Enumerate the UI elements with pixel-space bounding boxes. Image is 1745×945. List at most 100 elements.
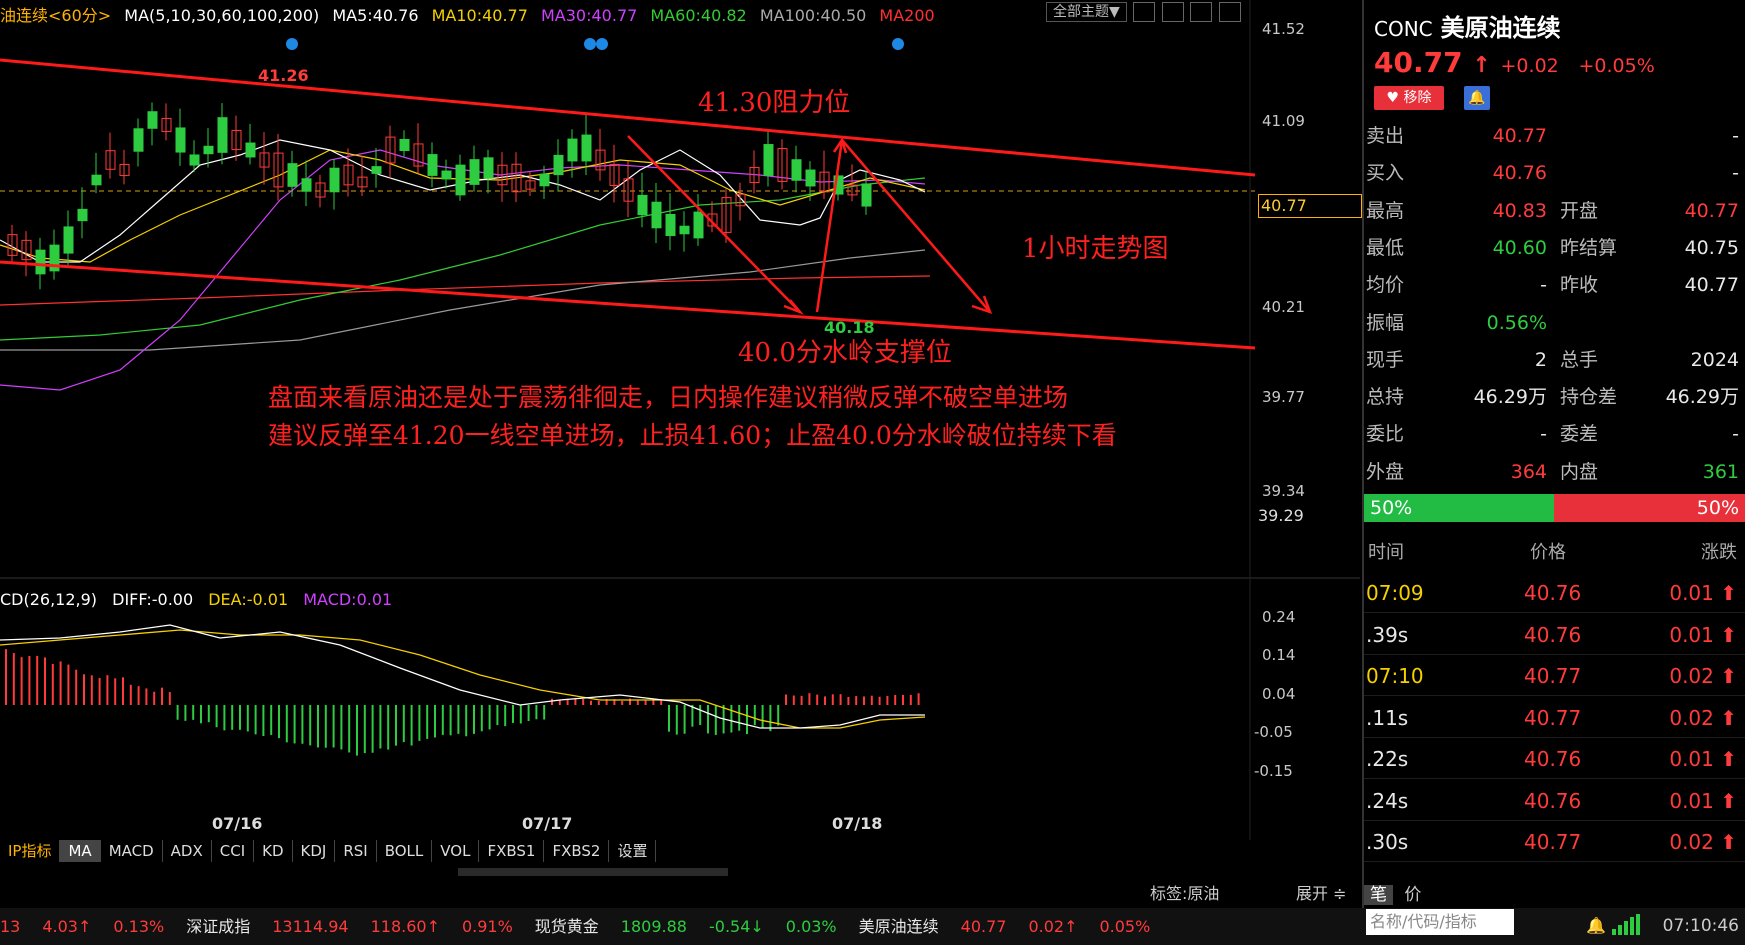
tab-rsi[interactable]: RSI xyxy=(335,840,377,862)
search-input[interactable]: 名称/代码/指标 xyxy=(1366,909,1514,935)
tab-cci[interactable]: CCI xyxy=(212,840,255,862)
ma5-value: MA5:40.76 xyxy=(332,6,419,25)
quote-value: 40.77 xyxy=(1492,125,1547,147)
instrument-code: CONC xyxy=(1374,17,1433,41)
quote-value: 361 xyxy=(1702,460,1739,483)
tab-ma[interactable]: MA xyxy=(60,840,101,862)
candle xyxy=(399,138,410,152)
expand-button[interactable]: 展开 ≑ xyxy=(1296,880,1347,904)
crosshair-icon[interactable] xyxy=(1133,2,1156,22)
tab-fxbs1[interactable]: FXBS1 xyxy=(479,840,545,862)
macd-y-tick: -0.05 xyxy=(1254,723,1293,741)
current-price-tag: 40.77 xyxy=(1258,194,1362,218)
tab-macd[interactable]: MACD xyxy=(101,840,163,862)
indicator-tabs: IP指标 MA MACD ADX CCI KD KDJ RSI BOLL VOL FXBS1 FXBS… xyxy=(0,840,657,864)
grid-icon[interactable] xyxy=(1161,2,1184,22)
macd-diff-value: DIFF:-0.00 xyxy=(112,590,194,609)
quote-label: 振幅 xyxy=(1366,311,1405,334)
tab-settings[interactable]: 设置 xyxy=(609,840,657,862)
macd-params: CD(26,12,9) xyxy=(0,590,98,609)
candle xyxy=(203,145,214,155)
signal-icon xyxy=(1612,914,1640,940)
quote-panel: CONC 美原油连续 40.77 ↑ +0.02 +0.05% ♥ 移除 🔔 卖出… xyxy=(1362,0,1745,936)
candle xyxy=(651,201,662,229)
panel-tabs: 笔 价 xyxy=(1364,880,1427,905)
trade-price: 40.76 xyxy=(1524,788,1582,813)
candle xyxy=(91,174,102,186)
ticker-item: 0.91% xyxy=(461,917,513,936)
candle xyxy=(665,213,676,237)
candle xyxy=(679,225,690,235)
candle xyxy=(245,142,256,158)
trade-row: .11s 40.77 0.02 ⬆ xyxy=(1364,699,1745,738)
quote-row: 委比 - 委差 - xyxy=(1364,416,1745,453)
candlesticks xyxy=(7,102,872,290)
y-tick: 39.77 xyxy=(1262,388,1305,406)
quote-label: 总手 xyxy=(1560,348,1599,371)
quote-value: 40.83 xyxy=(1492,199,1547,222)
candle xyxy=(553,154,564,176)
quote-label: 开盘 xyxy=(1560,199,1599,222)
support-label: 40.0分水岭支撑位 xyxy=(738,338,952,368)
quote-row: 最高 40.83 开盘 40.77 xyxy=(1364,193,1745,230)
macd-y-tick: 0.24 xyxy=(1262,608,1296,626)
chart-toolbar: 全部主题▼ xyxy=(1046,2,1243,22)
signal-dot xyxy=(286,38,298,50)
quote-value: 40.76 xyxy=(1492,162,1547,185)
quote-value: 40.77 xyxy=(1684,199,1739,222)
candle xyxy=(371,166,382,174)
macd-dea-line xyxy=(0,629,926,729)
tab-trades[interactable]: 笔 xyxy=(1364,885,1393,905)
quote-row: 均价 - 昨收 40.77 xyxy=(1364,267,1745,304)
signal-dot xyxy=(584,38,596,50)
ticker-item: 13114.94 xyxy=(272,917,349,936)
trades-header: 时间 价格 涨跌 xyxy=(1364,538,1745,566)
macd-histogram xyxy=(5,649,920,756)
tab-adx[interactable]: ADX xyxy=(163,840,212,862)
candle xyxy=(455,164,466,196)
trade-change: 0.01 ⬆ xyxy=(1669,788,1737,813)
trade-change: 0.01 ⬆ xyxy=(1669,622,1737,647)
horizontal-scrollbar[interactable] xyxy=(458,868,728,876)
candle xyxy=(133,128,144,152)
tab-price-levels[interactable]: 价 xyxy=(1398,885,1427,905)
symbol-period[interactable]: 油连续<60分> xyxy=(0,6,111,25)
quote-label: 最低 xyxy=(1366,236,1405,259)
y-tick: 41.52 xyxy=(1262,20,1305,38)
tab-kdj[interactable]: KDJ xyxy=(293,840,336,862)
trade-time: .24s xyxy=(1366,788,1409,813)
candle xyxy=(637,194,648,216)
quote-label: 昨收 xyxy=(1560,274,1599,297)
quote-label: 现手 xyxy=(1366,348,1405,371)
tab-kd[interactable]: KD xyxy=(254,840,293,862)
tab-indicator-menu[interactable]: IP指标 xyxy=(0,840,61,862)
trade-price: 40.77 xyxy=(1524,664,1582,688)
theme-dropdown[interactable]: 全部主题▼ xyxy=(1046,2,1127,22)
bell-icon[interactable]: 🔔 xyxy=(1464,86,1490,110)
trade-row: .22s 40.76 0.01 ⬆ xyxy=(1364,740,1745,779)
kline-chart-area[interactable]: 油连续<60分> MA(5,10,30,60,100,200) MA5:40.7… xyxy=(0,0,1362,840)
macd-y-tick: -0.15 xyxy=(1254,762,1293,780)
trade-row: .39s 40.76 0.01 ⬆ xyxy=(1364,616,1745,655)
quote-value: - xyxy=(1732,125,1739,147)
alert-bell-icon[interactable]: 🔔 xyxy=(1586,916,1606,935)
clock: 07:10:46 xyxy=(1662,916,1739,936)
advice-line-2: 建议反弹至41.20一线空单进场，止损41.60；止盈40.0分水岭破位持续下看 xyxy=(268,421,1117,450)
macd-y-tick: 0.14 xyxy=(1262,646,1296,664)
remove-favorite-button[interactable]: ♥ 移除 xyxy=(1374,86,1444,110)
trade-row: 07:10 40.77 0.02 ⬆ xyxy=(1364,657,1745,696)
tab-vol[interactable]: VOL xyxy=(432,840,480,862)
candle xyxy=(581,134,592,162)
quote-row: 振幅 0.56% xyxy=(1364,305,1745,342)
quote-label: 买入 xyxy=(1366,162,1405,185)
tab-boll[interactable]: BOLL xyxy=(377,840,433,862)
trade-time: .22s xyxy=(1366,747,1409,771)
ma5-line xyxy=(0,139,926,263)
layout-icon[interactable] xyxy=(1218,2,1241,22)
trade-time: .11s xyxy=(1366,705,1409,730)
macd-diff-line xyxy=(0,624,925,729)
tab-fxbs2[interactable]: FXBS2 xyxy=(544,840,610,862)
play-icon[interactable] xyxy=(1190,2,1213,22)
candle xyxy=(791,159,802,181)
quote-row: 最低 40.60 昨结算 40.75 xyxy=(1364,230,1745,267)
